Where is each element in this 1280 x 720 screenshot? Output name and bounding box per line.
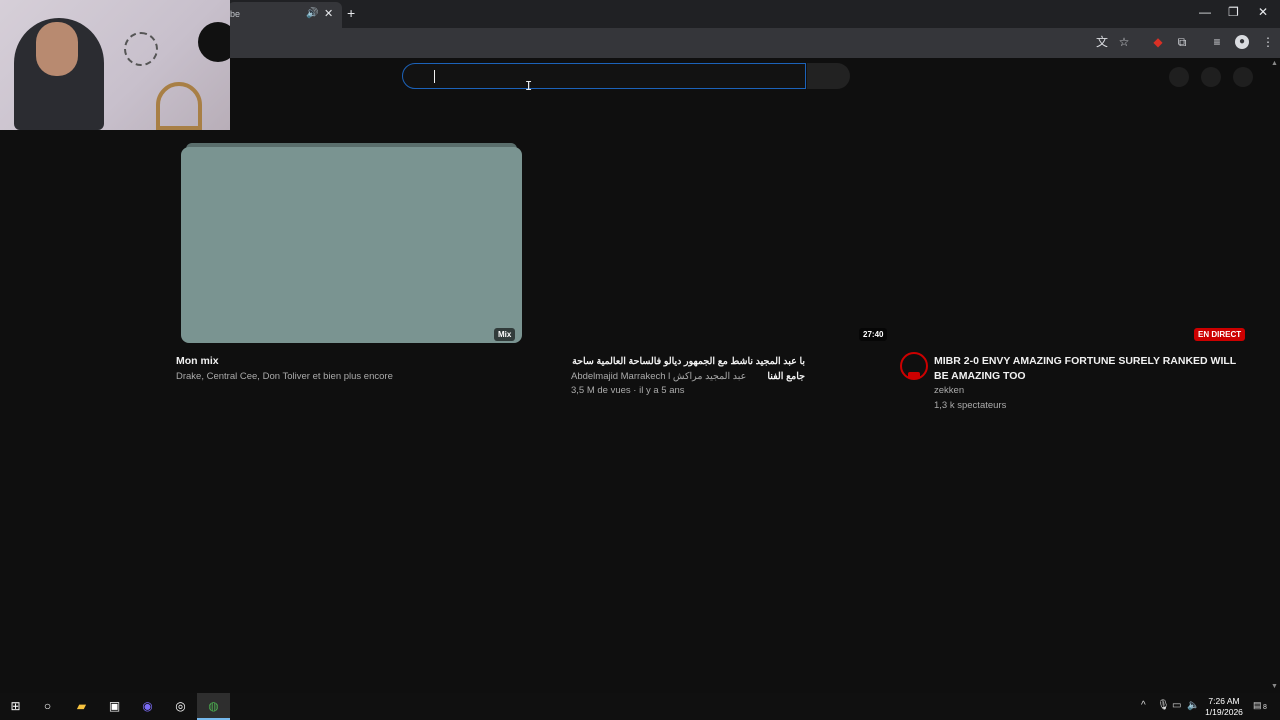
close-window-button[interactable]: ✕	[1258, 5, 1268, 19]
notification-icon[interactable]: ▤	[1253, 700, 1262, 711]
star-icon[interactable]: ☆	[1117, 35, 1131, 49]
chevron-up-icon[interactable]: ^	[1141, 700, 1146, 711]
puzzle-icon[interactable]: ⧉	[1175, 35, 1189, 49]
video-stats-arabic: 3,5 M de vues · il y a 5 ans	[571, 385, 685, 396]
browser-tab[interactable]: be 🔊 ✕	[228, 2, 342, 28]
volume-icon[interactable]: 🔈	[1187, 700, 1199, 711]
notification-count: 8	[1263, 704, 1267, 711]
translate-icon[interactable]: 文	[1095, 35, 1109, 49]
extension-red-icon[interactable]: ◆	[1151, 35, 1165, 49]
search-icon[interactable]: ○	[39, 698, 56, 715]
search-input[interactable]	[433, 67, 793, 85]
mix-badge: Mix	[494, 328, 516, 341]
video-title-mix[interactable]: Mon mix	[176, 354, 516, 369]
clock-time: 7:26 AM	[1208, 696, 1240, 706]
app-icon[interactable]: ◉	[139, 698, 156, 715]
wall-clock-decoration	[124, 32, 158, 66]
avatar[interactable]	[1233, 67, 1253, 87]
video-thumbnail-live[interactable]	[911, 147, 1252, 343]
notifications-icon[interactable]	[1201, 67, 1221, 87]
microphone-icon[interactable]: 🎙	[1157, 700, 1170, 711]
video-channel-mix[interactable]: Drake, Central Cee, Don Toliver et bien …	[176, 370, 516, 384]
restore-button[interactable]: ❐	[1228, 5, 1239, 19]
file-explorer-icon[interactable]: ▰	[73, 698, 90, 715]
video-channel-arabic[interactable]: Abdelmajid Marrakech l عبد المجيد مراكش	[571, 370, 871, 384]
minimize-button[interactable]: —	[1199, 5, 1211, 19]
store-icon[interactable]: ▣	[106, 698, 123, 715]
windows-taskbar: ⊞ ○ ▰ ▣ ◉ ◎ ◍ ^ 🎙 ▭ 🔈 7:26 AM 1/19/2026 …	[0, 693, 1280, 720]
system-clock[interactable]: 7:26 AM 1/19/2026	[1200, 696, 1248, 718]
obs-icon[interactable]: ◎	[172, 698, 189, 715]
close-icon[interactable]: ✕	[324, 7, 333, 20]
live-badge: EN DIRECT	[1194, 328, 1246, 341]
search-box[interactable]	[402, 63, 806, 89]
reading-list-icon[interactable]: ≡	[1210, 35, 1224, 49]
streamer-face	[36, 22, 78, 76]
scroll-down-arrow-icon[interactable]: ▼	[1271, 683, 1278, 690]
video-thumbnail-mix[interactable]	[181, 147, 522, 343]
mirror-decoration	[156, 82, 202, 130]
clock-date: 1/19/2026	[1205, 707, 1243, 717]
new-tab-button[interactable]: +	[347, 5, 355, 21]
create-icon[interactable]	[1169, 67, 1189, 87]
tab-title: be	[230, 9, 241, 19]
search-button[interactable]	[807, 63, 850, 89]
duration-badge: 27:40	[859, 328, 888, 341]
text-cursor-icon: I	[525, 79, 533, 93]
speaker-icon[interactable]: 🔊	[306, 8, 318, 19]
windows-start-icon[interactable]: ⊞	[7, 698, 24, 715]
network-icon[interactable]: ▭	[1172, 700, 1181, 711]
text-caret	[434, 70, 435, 83]
video-channel-live[interactable]: zekken	[934, 384, 1234, 398]
webcam-overlay	[0, 0, 230, 130]
kebab-menu-icon[interactable]: ⋮	[1261, 35, 1275, 49]
dark-object	[198, 22, 230, 62]
scroll-up-arrow-icon[interactable]: ▲	[1271, 60, 1278, 67]
profile-icon[interactable]: ●	[1235, 35, 1249, 49]
video-thumbnail-arabic[interactable]	[546, 147, 887, 343]
video-stats-live: 1,3 k spectateurs	[934, 400, 1007, 411]
live-indicator-icon	[908, 372, 920, 379]
video-title-live[interactable]: MIBR 2-0 ENVY AMAZING FORTUNE SURELY RAN…	[934, 354, 1244, 384]
chrome-icon[interactable]: ◍	[205, 698, 222, 715]
